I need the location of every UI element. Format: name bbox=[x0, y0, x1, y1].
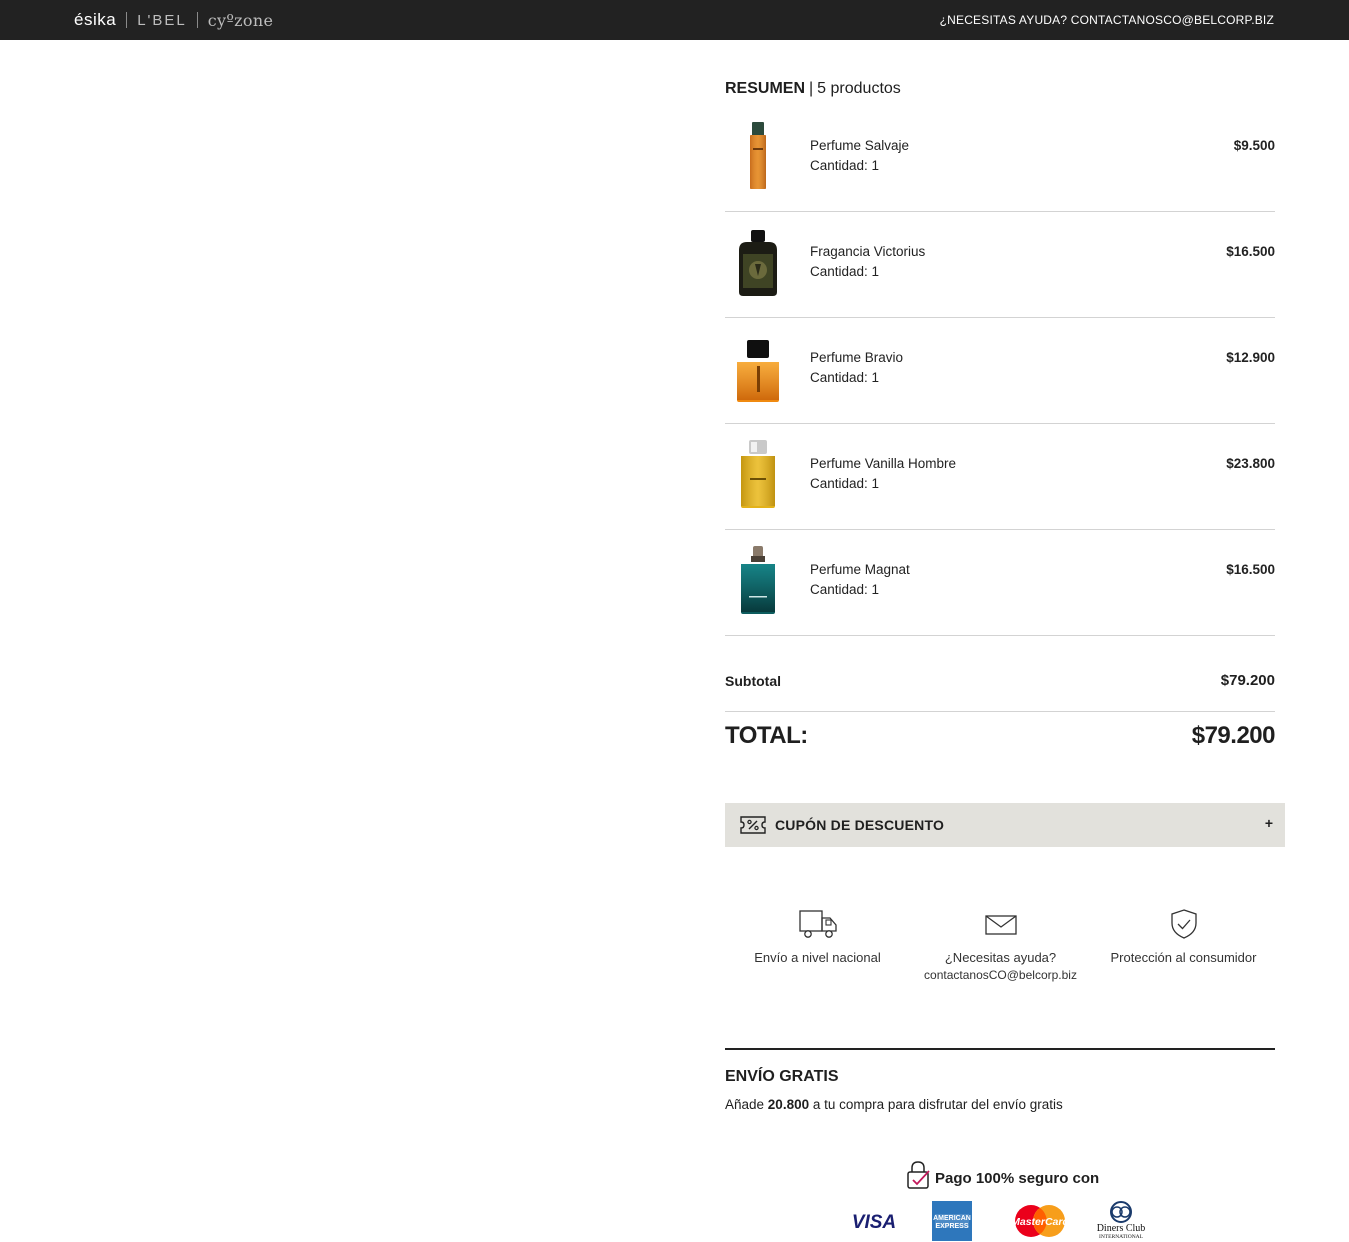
product-quantity: Cantidad: 1 bbox=[810, 476, 880, 491]
product-list: Perfume Salvaje Cantidad: 1 $9.500 Fraga… bbox=[725, 106, 1275, 636]
list-item: Fragancia Victorius Cantidad: 1 $16.500 bbox=[725, 212, 1275, 318]
free-shipping-section: ENVÍO GRATIS Añade 20.800 a tu compra pa… bbox=[725, 1048, 1275, 1112]
free-shipping-text-after: a tu compra para disfrutar del envío gra… bbox=[809, 1097, 1063, 1112]
truck-icon bbox=[798, 910, 837, 938]
benefit-protection-text: Protección al consumidor bbox=[1110, 950, 1257, 965]
product-count: 5 productos bbox=[817, 80, 901, 97]
list-item: Perfume Magnat Cantidad: 1 $16.500 bbox=[725, 530, 1275, 636]
subtotal-value: $79.200 bbox=[1220, 672, 1275, 689]
help-email-link[interactable]: contactanosCO@belcorp.biz bbox=[908, 968, 1093, 982]
summary-header: RESUMEN | 5 productos bbox=[725, 80, 901, 98]
product-name: Fragancia Victorius bbox=[810, 244, 926, 259]
discount-ticket-icon bbox=[740, 816, 766, 834]
product-name: Perfume Bravio bbox=[810, 350, 904, 365]
benefit-protection: Protección al consumidor bbox=[1091, 908, 1276, 965]
top-bar: ésika L'BEL cyºzone ¿NECESITAS AYUDA? CO… bbox=[0, 0, 1349, 40]
benefit-help: ¿Necesitas ayuda? contactanosCO@belcorp.… bbox=[908, 908, 1093, 982]
product-image bbox=[750, 122, 766, 189]
product-name: Perfume Magnat bbox=[810, 562, 910, 577]
brand-divider bbox=[196, 12, 198, 28]
amex-logo: AMERICAN EXPRESS bbox=[932, 1201, 972, 1241]
summary-separator: | bbox=[809, 80, 814, 97]
product-price: $23.800 bbox=[1226, 456, 1275, 471]
product-quantity: Cantidad: 1 bbox=[810, 370, 880, 385]
svg-text:Diners Club: Diners Club bbox=[1097, 1223, 1146, 1234]
visa-text: VISA bbox=[852, 1212, 896, 1233]
free-shipping-title: ENVÍO GRATIS bbox=[725, 1068, 839, 1085]
product-price: $12.900 bbox=[1226, 350, 1275, 365]
free-shipping-amount: 20.800 bbox=[767, 1097, 810, 1112]
visa-logo: VISA bbox=[852, 1212, 896, 1233]
brand-divider bbox=[126, 12, 128, 28]
product-image bbox=[737, 340, 779, 402]
padlock-check-icon bbox=[907, 1161, 930, 1189]
product-price: $16.500 bbox=[1226, 562, 1275, 577]
product-name: Perfume Salvaje bbox=[810, 138, 910, 153]
list-item: Perfume Vanilla Hombre Cantidad: 1 $23.8… bbox=[725, 424, 1275, 530]
brand-logos: ésika L'BEL cyºzone bbox=[74, 9, 273, 31]
brand-cyzone-logo[interactable]: cyºzone bbox=[208, 11, 273, 30]
svg-text:EXPRESS: EXPRESS bbox=[935, 1223, 968, 1230]
payment-methods: VISA AMERICAN EXPRESS MasterCard Diners … bbox=[850, 1200, 1160, 1242]
coupon-toggle[interactable]: CUPÓN DE DESCUENTO + bbox=[725, 803, 1285, 847]
product-image bbox=[739, 230, 777, 296]
total-row: TOTAL: $79.200 bbox=[725, 722, 1276, 762]
help-contact-link[interactable]: ¿NECESITAS AYUDA? CONTACTANOSCO@BELCORP.… bbox=[940, 13, 1274, 27]
total-label: TOTAL: bbox=[725, 722, 808, 749]
list-item: Perfume Bravio Cantidad: 1 $12.900 bbox=[725, 318, 1275, 424]
secure-payment: Pago 100% seguro con bbox=[905, 1160, 1125, 1190]
product-price: $16.500 bbox=[1226, 244, 1275, 259]
svg-text:INTERNATIONAL: INTERNATIONAL bbox=[1099, 1234, 1144, 1240]
coupon-label: CUPÓN DE DESCUENTO bbox=[775, 817, 945, 833]
product-quantity: Cantidad: 1 bbox=[810, 158, 880, 173]
summary-title: RESUMEN bbox=[725, 80, 806, 97]
total-value: $79.200 bbox=[1191, 722, 1276, 749]
mastercard-logo: MasterCard bbox=[1011, 1205, 1069, 1237]
svg-text:AMERICAN: AMERICAN bbox=[933, 1215, 971, 1222]
benefits-row: Envío a nivel nacional ¿Necesitas ayuda?… bbox=[725, 908, 1275, 998]
subtotal-label: Subtotal bbox=[725, 673, 781, 689]
svg-text:MasterCard: MasterCard bbox=[1011, 1216, 1069, 1228]
product-price: $9.500 bbox=[1233, 138, 1275, 153]
product-name: Perfume Vanilla Hombre bbox=[810, 456, 957, 471]
product-quantity: Cantidad: 1 bbox=[810, 264, 880, 279]
expand-plus-icon[interactable]: + bbox=[1265, 815, 1273, 831]
subtotal-row: Subtotal $79.200 bbox=[725, 666, 1275, 712]
product-image bbox=[741, 546, 775, 614]
product-image bbox=[741, 440, 775, 508]
free-shipping-message: Añade 20.800 a tu compra para disfrutar … bbox=[725, 1097, 1063, 1112]
benefit-help-text: ¿Necesitas ayuda? bbox=[944, 950, 1057, 965]
shield-check-icon bbox=[1170, 909, 1197, 939]
brand-lbel-logo[interactable]: L'BEL bbox=[137, 12, 187, 29]
free-shipping-text-before: Añade bbox=[725, 1097, 768, 1112]
brand-esika-logo[interactable]: ésika bbox=[74, 10, 116, 30]
benefit-shipping-text: Envío a nivel nacional bbox=[754, 950, 881, 965]
product-quantity: Cantidad: 1 bbox=[810, 582, 880, 597]
list-item: Perfume Salvaje Cantidad: 1 $9.500 bbox=[725, 106, 1275, 212]
benefit-shipping: Envío a nivel nacional bbox=[725, 908, 910, 965]
diners-club-logo: Diners Club INTERNATIONAL bbox=[1097, 1201, 1146, 1240]
envelope-icon bbox=[984, 915, 1017, 935]
secure-payment-label: Pago 100% seguro con bbox=[935, 1170, 1100, 1187]
